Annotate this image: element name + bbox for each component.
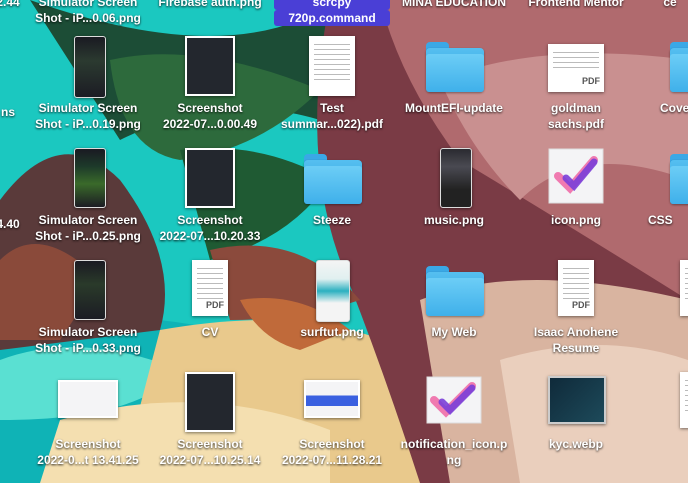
desktop-item[interactable]: ce bbox=[640, 0, 688, 10]
desktop-item[interactable]: MountEFI-update bbox=[396, 36, 512, 116]
desktop-item[interactable]: Simulator Screen Shot - iP...0.06.png bbox=[30, 0, 146, 26]
file-label: CSS bbox=[648, 213, 673, 227]
folder-icon bbox=[396, 260, 512, 324]
file-label: music.png bbox=[423, 213, 484, 227]
desktop-item[interactable]: Frontend Mentor bbox=[518, 0, 634, 10]
file-label: notification_icon.p ng bbox=[400, 437, 508, 467]
desktop-item[interactable]: Screenshot 2022-07...11.28.21 bbox=[274, 372, 390, 468]
desktop-item[interactable] bbox=[640, 260, 688, 324]
screenshot-thumbnail bbox=[152, 372, 268, 436]
desktop-item[interactable]: Screenshot 2022-07...0.00.49 bbox=[152, 36, 268, 132]
desktop-item[interactable]: Cove bbox=[640, 36, 688, 116]
desktop-item[interactable]: Firebase auth.png bbox=[152, 0, 268, 10]
checkmark-image-icon bbox=[518, 148, 634, 212]
file-label: MINA EDUCATION bbox=[402, 0, 506, 9]
image-thumbnail bbox=[518, 372, 634, 436]
file-label: icon.png bbox=[551, 213, 601, 227]
desktop-item[interactable]: icon.png bbox=[518, 148, 634, 228]
desktop-item[interactable]: notification_icon.p ng bbox=[396, 372, 512, 468]
desktop-item[interactable]: CSS bbox=[640, 148, 688, 228]
file-label: Screenshot 2022-07...10.25.14 bbox=[159, 437, 261, 467]
file-label: My Web bbox=[431, 325, 477, 339]
file-label: Simulator Screen Shot - iP...0.06.png bbox=[35, 0, 141, 25]
image-thumbnail bbox=[274, 260, 390, 324]
file-label: ce bbox=[663, 0, 677, 9]
desktop-item[interactable]: My Web bbox=[396, 260, 512, 340]
file-label: Screenshot 2022-07...0.00.49 bbox=[162, 101, 258, 131]
checkmark-image-icon bbox=[396, 372, 512, 436]
document-icon bbox=[640, 260, 688, 324]
desktop-item[interactable]: PDF CV bbox=[152, 260, 268, 340]
folder-icon bbox=[274, 148, 390, 212]
file-label: goldman sachs.pdf bbox=[547, 101, 604, 131]
desktop-item[interactable]: Simulator Screen Shot - iP...0.19.png bbox=[30, 36, 146, 132]
screenshot-thumbnail bbox=[274, 372, 390, 436]
screenshot-thumbnail bbox=[30, 372, 146, 436]
phone-screenshot-thumbnail bbox=[396, 148, 512, 212]
file-label: Frontend Mentor bbox=[528, 0, 624, 9]
screenshot-thumbnail bbox=[152, 36, 268, 100]
desktop-item[interactable]: surftut.png bbox=[274, 260, 390, 340]
file-label: Screenshot 2022-07...11.28.21 bbox=[281, 437, 383, 467]
desktop-item[interactable]: PDF goldman sachs.pdf bbox=[518, 36, 634, 132]
desktop-item[interactable] bbox=[640, 372, 688, 436]
pdf-document-icon: PDF bbox=[518, 260, 634, 324]
selected-desktop-item[interactable]: scrcpy 720p.command bbox=[274, 0, 390, 26]
desktop-item[interactable]: MINA EDUCATION bbox=[396, 0, 512, 10]
file-label: Cove bbox=[660, 101, 688, 115]
file-label: Screenshot 2022-07...10.20.33 bbox=[159, 213, 261, 243]
folder-icon bbox=[396, 36, 512, 100]
document-icon bbox=[640, 372, 688, 436]
file-label: surftut.png bbox=[300, 325, 364, 339]
phone-screenshot-thumbnail bbox=[30, 148, 146, 212]
desktop-item[interactable]: PDF Isaac Anohene Resume bbox=[518, 260, 634, 356]
desktop-item[interactable]: Screenshot 2022-0...t 13.41.25 bbox=[30, 372, 146, 468]
desktop-item[interactable]: Steeze bbox=[274, 148, 390, 228]
pdf-badge: PDF bbox=[206, 300, 224, 310]
pdf-badge: PDF bbox=[572, 300, 590, 310]
desktop-item[interactable]: Simulator Screen Shot - iP...0.25.png bbox=[30, 148, 146, 244]
desktop-item[interactable]: Screenshot 2022-07...10.25.14 bbox=[152, 372, 268, 468]
file-label: Steeze bbox=[312, 213, 352, 227]
file-label: kyc.webp bbox=[548, 437, 604, 451]
pdf-document-icon: PDF bbox=[152, 260, 268, 324]
phone-screenshot-thumbnail bbox=[30, 36, 146, 100]
desktop-item[interactable]: Screenshot 2022-07...10.20.33 bbox=[152, 148, 268, 244]
folder-icon bbox=[640, 36, 688, 100]
file-label: Isaac Anohene Resume bbox=[533, 325, 619, 355]
desktop-item[interactable]: kyc.webp bbox=[518, 372, 634, 452]
file-label: Simulator Screen Shot - iP...0.19.png bbox=[35, 101, 141, 131]
file-label: CV bbox=[201, 325, 219, 339]
folder-icon bbox=[640, 148, 688, 212]
desktop-item[interactable]: Test summar...022).pdf bbox=[274, 36, 390, 132]
file-label: MountEFI-update bbox=[405, 101, 503, 115]
file-label: Firebase auth.png bbox=[158, 0, 262, 9]
file-label: Test summar...022).pdf bbox=[280, 101, 384, 131]
screenshot-thumbnail bbox=[152, 148, 268, 212]
desktop-item[interactable]: Simulator Screen Shot - iP...0.33.png bbox=[30, 260, 146, 356]
file-label: scrcpy 720p.command bbox=[274, 0, 390, 26]
phone-screenshot-thumbnail bbox=[30, 260, 146, 324]
pdf-badge: PDF bbox=[582, 76, 600, 86]
pdf-document-icon: PDF bbox=[518, 36, 634, 100]
file-label: Screenshot 2022-0...t 13.41.25 bbox=[37, 437, 139, 467]
file-label: Simulator Screen Shot - iP...0.25.png bbox=[35, 213, 141, 243]
desktop-item[interactable]: music.png bbox=[396, 148, 512, 228]
pdf-document-icon bbox=[274, 36, 390, 100]
file-label: Simulator Screen Shot - iP...0.33.png bbox=[35, 325, 141, 355]
